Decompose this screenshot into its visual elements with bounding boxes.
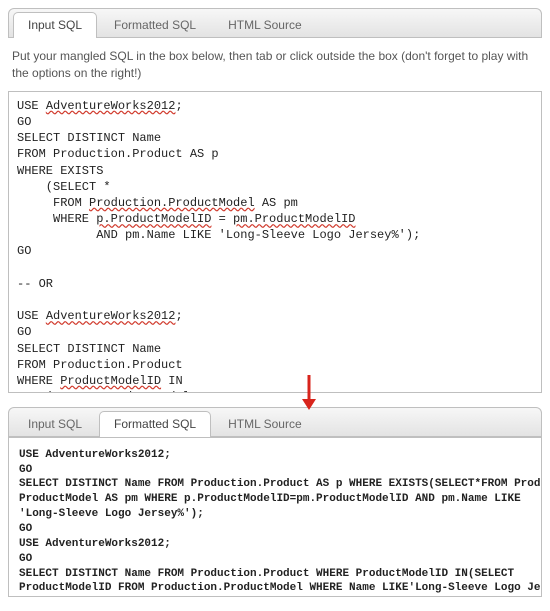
code-text: USE bbox=[17, 99, 46, 113]
code-text: ; bbox=[175, 99, 182, 113]
code-text: p.ProductModelID bbox=[96, 212, 211, 226]
code-text: (SELECT * bbox=[17, 180, 111, 194]
code-text: GO bbox=[17, 115, 31, 129]
code-text: = bbox=[211, 212, 233, 226]
code-text: USE bbox=[17, 309, 46, 323]
code-text: SELECT DISTINCT Name FROM Production.Pro… bbox=[19, 478, 542, 490]
code-text: FROM Production.Product AS p bbox=[17, 147, 219, 161]
tab-input-sql[interactable]: Input SQL bbox=[13, 12, 97, 38]
code-text: (SELECT bbox=[17, 390, 103, 393]
code-text: ; bbox=[175, 309, 182, 323]
input-sql-textarea[interactable]: USE AdventureWorks2012; GO SELECT DISTIN… bbox=[8, 91, 542, 393]
code-text: SELECT DISTINCT Name bbox=[17, 342, 161, 356]
code-text: WHERE bbox=[17, 374, 60, 388]
code-text: ProductModelID FROM Production.ProductMo… bbox=[19, 582, 542, 594]
code-text: GO bbox=[17, 244, 31, 258]
code-text: WHERE EXISTS bbox=[17, 164, 103, 178]
tab-formatted-sql[interactable]: Formatted SQL bbox=[99, 411, 211, 437]
tab-formatted-sql[interactable]: Formatted SQL bbox=[99, 12, 211, 38]
code-text: AdventureWorks2012 bbox=[46, 99, 176, 113]
code-text: FROM bbox=[17, 196, 89, 210]
code-text: GO bbox=[17, 325, 31, 339]
code-text: ProductModelID bbox=[60, 374, 161, 388]
code-text: WHERE bbox=[17, 212, 96, 226]
tabbar-top: Input SQL Formatted SQL HTML Source bbox=[8, 8, 542, 38]
formatted-sql-panel: Input SQL Formatted SQL HTML Source USE … bbox=[8, 407, 542, 597]
code-text: IN bbox=[161, 374, 183, 388]
code-text: ProductModel AS pm WHERE p.ProductModelI… bbox=[19, 493, 521, 505]
code-text: ProductModelID bbox=[103, 390, 204, 393]
code-text: SELECT DISTINCT Name bbox=[17, 131, 161, 145]
input-sql-panel: Input SQL Formatted SQL HTML Source Put … bbox=[8, 8, 542, 393]
code-text: GO bbox=[19, 553, 32, 565]
code-text: Production.ProductModel bbox=[89, 196, 255, 210]
tab-input-sql[interactable]: Input SQL bbox=[13, 411, 97, 437]
tab-html-source[interactable]: HTML Source bbox=[213, 12, 317, 38]
tab-html-source[interactable]: HTML Source bbox=[213, 411, 317, 437]
code-text: AND pm.Name LIKE 'Long-Sleeve Logo Jerse… bbox=[17, 228, 420, 242]
code-text: pm.ProductModelID bbox=[233, 212, 355, 226]
code-text: 'Long-Sleeve Logo Jersey%'); bbox=[19, 508, 204, 520]
code-text: SELECT DISTINCT Name FROM Production.Pro… bbox=[19, 568, 514, 580]
code-text: -- OR bbox=[17, 277, 53, 291]
code-text: FROM Production.Product bbox=[17, 358, 183, 372]
code-text: AS pm bbox=[255, 196, 298, 210]
code-text: USE AdventureWorks2012; bbox=[19, 449, 171, 461]
tabbar-bottom: Input SQL Formatted SQL HTML Source bbox=[8, 407, 542, 437]
code-text: GO bbox=[19, 523, 32, 535]
code-text: AdventureWorks2012 bbox=[46, 309, 176, 323]
formatted-sql-output[interactable]: USE AdventureWorks2012; GO SELECT DISTIN… bbox=[8, 437, 542, 597]
code-text: GO bbox=[19, 464, 32, 476]
code-text: USE AdventureWorks2012; bbox=[19, 538, 171, 550]
instructions-text: Put your mangled SQL in the box below, t… bbox=[8, 38, 542, 91]
